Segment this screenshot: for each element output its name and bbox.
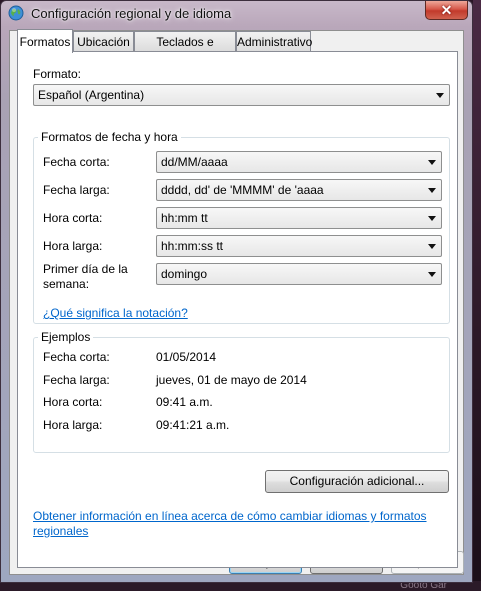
chevron-down-icon xyxy=(428,244,436,249)
format-dropdown[interactable]: Español (Argentina) xyxy=(33,84,450,106)
short-date-value: dd/MM/aaaa xyxy=(161,155,228,169)
first-day-label-line1: Primer día de la xyxy=(43,262,128,276)
online-info-link[interactable]: Obtener información en línea acerca de c… xyxy=(33,509,427,523)
example-long-date-label: Fecha larga: xyxy=(43,373,110,387)
tab-teclados-idiomas[interactable]: Teclados e idiomas xyxy=(134,31,236,69)
tab-label: Ubicación xyxy=(77,35,130,49)
chevron-down-icon xyxy=(428,188,436,193)
globe-icon xyxy=(8,5,24,21)
short-date-label: Fecha corta: xyxy=(43,155,110,169)
tab-label: Formatos xyxy=(19,35,71,49)
format-label: Formato: xyxy=(33,67,82,81)
close-icon: ✕ xyxy=(440,2,453,18)
short-time-value: hh:mm tt xyxy=(161,211,208,225)
chevron-down-icon xyxy=(428,272,436,277)
example-short-time-label: Hora corta: xyxy=(43,395,103,409)
example-long-date-value: jueves, 01 de mayo de 2014 xyxy=(156,373,307,387)
close-button[interactable]: ✕ xyxy=(425,1,468,20)
group-title: Formatos de fecha y hora xyxy=(38,130,181,144)
example-short-date-value: 01/05/2014 xyxy=(156,350,217,364)
group-title: Ejemplos xyxy=(38,330,94,344)
regional-settings-dialog: Configuración regional y de idioma ✕ For… xyxy=(0,0,473,583)
additional-settings-button[interactable]: Configuración adicional... xyxy=(265,470,449,493)
example-short-date-label: Fecha corta: xyxy=(43,350,110,364)
example-long-time-label: Hora larga: xyxy=(43,418,103,432)
long-time-dropdown[interactable]: hh:mm:ss tt xyxy=(156,235,442,257)
long-date-dropdown[interactable]: dddd, dd' de 'MMMM' de 'aaaa xyxy=(156,179,442,201)
short-time-label: Hora corta: xyxy=(43,211,103,225)
example-short-time-value: 09:41 a.m. xyxy=(156,395,213,409)
chevron-down-icon xyxy=(436,93,444,98)
tab-ubicacion[interactable]: Ubicación xyxy=(73,31,134,51)
short-time-dropdown[interactable]: hh:mm tt xyxy=(156,207,442,229)
online-info-link-continued[interactable]: regionales xyxy=(33,524,88,538)
tab-administrativo[interactable]: Administrativo xyxy=(236,31,313,51)
short-date-dropdown[interactable]: dd/MM/aaaa xyxy=(156,151,442,173)
long-time-label: Hora larga: xyxy=(43,239,103,253)
chevron-down-icon xyxy=(428,216,436,221)
format-value: Español (Argentina) xyxy=(38,88,145,102)
chevron-down-icon xyxy=(428,160,436,165)
first-day-dropdown[interactable]: domingo xyxy=(156,263,442,285)
tab-label: Administrativo xyxy=(237,35,313,49)
window-title: Configuración regional y de idioma xyxy=(31,6,232,21)
first-day-label-line2: semana: xyxy=(43,277,90,291)
long-date-label: Fecha larga: xyxy=(43,183,110,197)
long-date-value: dddd, dd' de 'MMMM' de 'aaaa xyxy=(161,183,324,197)
tab-formatos[interactable]: Formatos xyxy=(17,29,73,53)
date-time-formats-group: Formatos de fecha y hora Fecha corta: dd… xyxy=(33,130,450,324)
notation-help-link[interactable]: ¿Qué significa la notación? xyxy=(43,306,188,320)
example-long-time-value: 09:41:21 a.m. xyxy=(156,418,230,432)
first-day-value: domingo xyxy=(161,267,208,281)
formatos-panel: Formato: Español (Argentina) Formatos de… xyxy=(17,51,458,568)
title-bar[interactable]: Configuración regional y de idioma ✕ xyxy=(1,1,472,29)
examples-group: Ejemplos Fecha corta: 01/05/2014 Fecha l… xyxy=(33,330,450,453)
long-time-value: hh:mm:ss tt xyxy=(161,239,224,253)
desktop-background-right xyxy=(473,0,481,591)
dialog-client-area: Formatos Ubicación Teclados e idiomas Ad… xyxy=(9,29,464,575)
